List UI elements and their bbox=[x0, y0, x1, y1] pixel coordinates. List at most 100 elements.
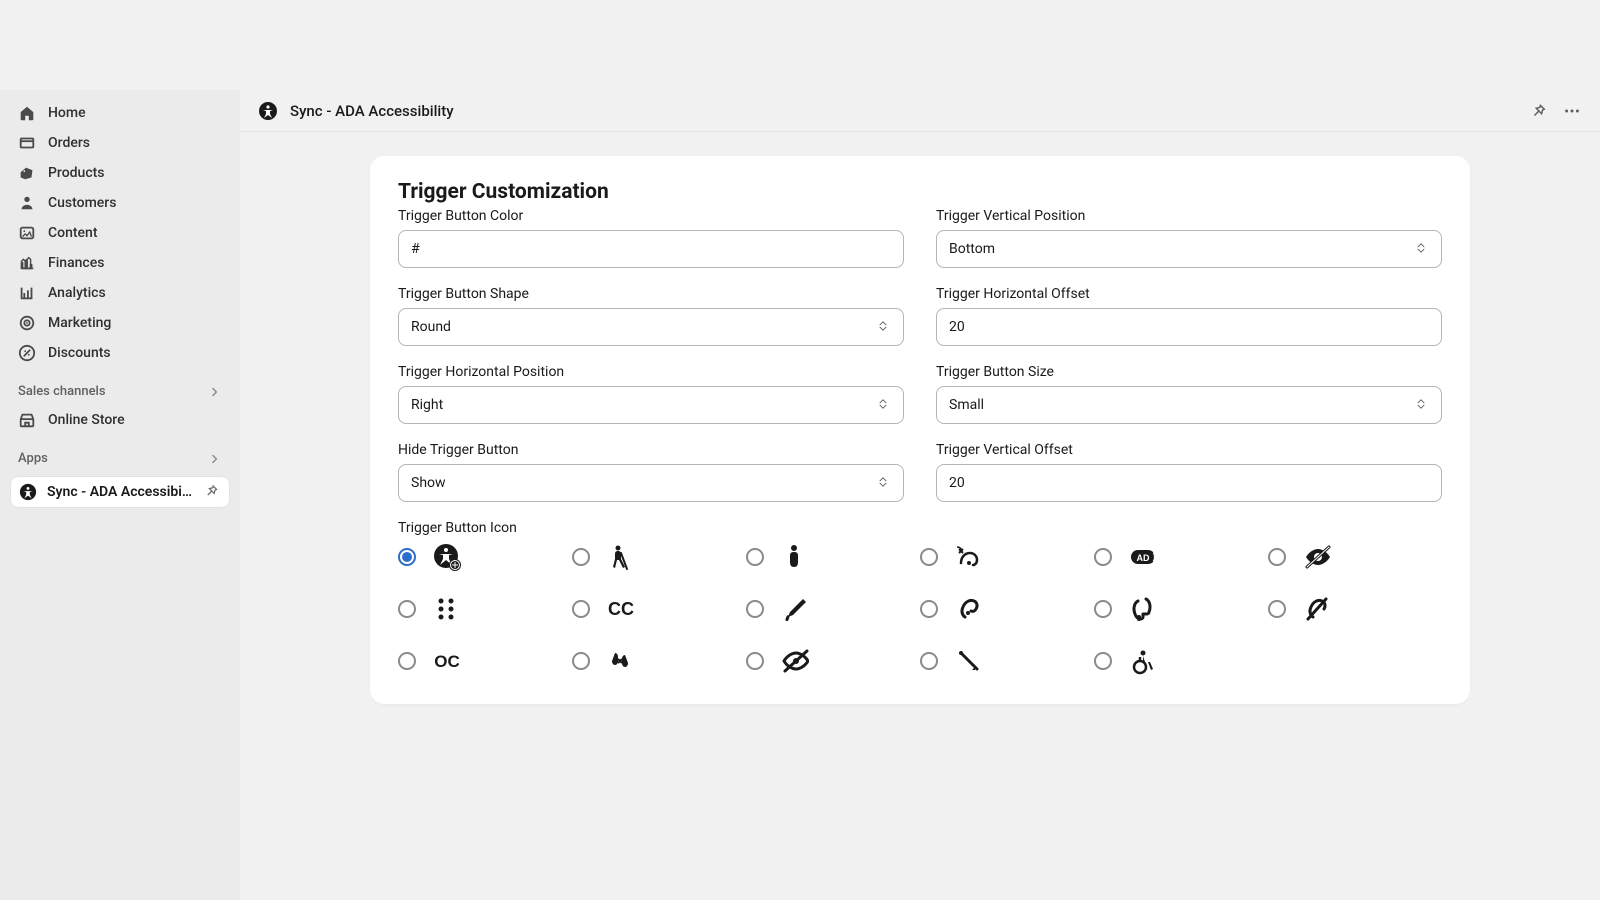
radio[interactable] bbox=[398, 548, 416, 566]
radio[interactable] bbox=[920, 600, 938, 618]
pin-icon[interactable] bbox=[203, 483, 221, 501]
field-trigger-button-size: Trigger Button Size Small bbox=[936, 364, 1442, 424]
radio[interactable] bbox=[572, 652, 590, 670]
sidebar-item-label: Orders bbox=[48, 135, 90, 151]
section-apps[interactable]: Apps bbox=[8, 435, 232, 472]
select-value: Bottom bbox=[949, 241, 995, 257]
radio[interactable] bbox=[1094, 652, 1112, 670]
sidebar-item-label: Marketing bbox=[48, 315, 111, 331]
accessibility-app-icon bbox=[258, 101, 278, 121]
pinned-app-label: Sync - ADA Accessibi... bbox=[47, 484, 193, 500]
sidebar: Home Orders Products Customers Content F… bbox=[0, 90, 240, 900]
person-icon bbox=[780, 542, 810, 572]
sidebar-item-home[interactable]: Home bbox=[8, 98, 232, 128]
radio[interactable] bbox=[398, 600, 416, 618]
section-label: Apps bbox=[18, 451, 48, 466]
select-arrows-icon bbox=[877, 476, 891, 490]
braille-icon bbox=[432, 594, 462, 624]
icon-option-wheelchair-icon[interactable] bbox=[1094, 646, 1268, 676]
icon-option-closed-captions-icon[interactable] bbox=[572, 594, 746, 624]
trigger-horizontal-position-select[interactable]: Right bbox=[398, 386, 904, 424]
wheelchair-icon bbox=[1128, 646, 1158, 676]
sidebar-item-label: Home bbox=[48, 105, 86, 121]
card-title: Trigger Customization bbox=[398, 180, 1442, 204]
radio[interactable] bbox=[746, 548, 764, 566]
trigger-vertical-position-select[interactable]: Bottom bbox=[936, 230, 1442, 268]
icon-option-audio-description-icon[interactable] bbox=[1094, 542, 1268, 572]
radio[interactable] bbox=[1094, 548, 1112, 566]
trigger-button-size-select[interactable]: Small bbox=[936, 386, 1442, 424]
sidebar-item-label: Customers bbox=[48, 195, 116, 211]
finances-icon bbox=[18, 254, 36, 272]
sidebar-item-label: Products bbox=[48, 165, 105, 181]
ear-icon bbox=[954, 594, 984, 624]
icon-option-headset-icon[interactable] bbox=[1094, 594, 1268, 624]
analytics-icon bbox=[18, 284, 36, 302]
pinned-app-sync-ada[interactable]: Sync - ADA Accessibi... bbox=[10, 476, 230, 508]
radio[interactable] bbox=[920, 652, 938, 670]
icon-option-person-icon[interactable] bbox=[746, 542, 920, 572]
icon-option-crutch-icon[interactable] bbox=[746, 594, 920, 624]
probing-cane-icon bbox=[954, 646, 984, 676]
select-arrows-icon bbox=[877, 398, 891, 412]
field-label: Trigger Button Size bbox=[936, 364, 1442, 380]
radio[interactable] bbox=[746, 600, 764, 618]
radio[interactable] bbox=[398, 652, 416, 670]
radio[interactable] bbox=[746, 652, 764, 670]
radio[interactable] bbox=[572, 548, 590, 566]
trigger-horizontal-offset-input[interactable]: 20 bbox=[936, 308, 1442, 346]
sidebar-item-discounts[interactable]: Discounts bbox=[8, 338, 232, 368]
icon-option-blind-cane-icon[interactable] bbox=[572, 542, 746, 572]
field-hide-trigger-button: Hide Trigger Button Show bbox=[398, 442, 904, 502]
icon-option-low-vision-icon[interactable] bbox=[746, 646, 920, 676]
closed-captions-icon bbox=[606, 594, 636, 624]
icon-option-ear-icon[interactable] bbox=[920, 594, 1094, 624]
sidebar-item-finances[interactable]: Finances bbox=[8, 248, 232, 278]
section-sales-channels[interactable]: Sales channels bbox=[8, 368, 232, 405]
headset-icon bbox=[1128, 594, 1158, 624]
chevron-right-icon bbox=[208, 452, 222, 466]
select-arrows-icon bbox=[1415, 242, 1429, 256]
select-value: Small bbox=[949, 397, 984, 413]
radio[interactable] bbox=[920, 548, 938, 566]
trigger-button-color-input[interactable]: # bbox=[398, 230, 904, 268]
icon-option-open-captions-icon[interactable] bbox=[398, 646, 572, 676]
main: Sync - ADA Accessibility Trigger Customi… bbox=[240, 90, 1600, 900]
icon-option-ear-slash-icon[interactable] bbox=[1268, 594, 1442, 624]
sidebar-item-online-store[interactable]: Online Store bbox=[8, 405, 232, 435]
sidebar-item-analytics[interactable]: Analytics bbox=[8, 278, 232, 308]
field-trigger-vertical-position: Trigger Vertical Position Bottom bbox=[936, 208, 1442, 268]
audio-description-icon bbox=[1128, 542, 1158, 572]
radio[interactable] bbox=[1094, 600, 1112, 618]
more-button[interactable] bbox=[1562, 101, 1582, 121]
icon-option-probing-cane-icon[interactable] bbox=[920, 646, 1094, 676]
radio[interactable] bbox=[572, 600, 590, 618]
sidebar-item-content[interactable]: Content bbox=[8, 218, 232, 248]
select-value: Show bbox=[411, 475, 446, 491]
field-trigger-horizontal-position: Trigger Horizontal Position Right bbox=[398, 364, 904, 424]
icon-option-braille-icon[interactable] bbox=[398, 594, 572, 624]
eye-slash-icon bbox=[1302, 542, 1332, 572]
sidebar-item-products[interactable]: Products bbox=[8, 158, 232, 188]
icon-option-eye-slash-icon[interactable] bbox=[1268, 542, 1442, 572]
sidebar-item-customers[interactable]: Customers bbox=[8, 188, 232, 218]
field-trigger-horizontal-offset: Trigger Horizontal Offset 20 bbox=[936, 286, 1442, 346]
sidebar-item-label: Online Store bbox=[48, 412, 125, 428]
trigger-vertical-offset-input[interactable]: 20 bbox=[936, 464, 1442, 502]
trigger-button-shape-select[interactable]: Round bbox=[398, 308, 904, 346]
icon-option-assistive-listening-icon[interactable] bbox=[920, 542, 1094, 572]
sidebar-item-marketing[interactable]: Marketing bbox=[8, 308, 232, 338]
radio[interactable] bbox=[1268, 548, 1286, 566]
sidebar-item-orders[interactable]: Orders bbox=[8, 128, 232, 158]
pin-button[interactable] bbox=[1528, 101, 1548, 121]
icon-option-accessibility-person-gear-icon[interactable] bbox=[398, 542, 572, 572]
chevron-right-icon bbox=[208, 385, 222, 399]
icon-option-sign-language-icon[interactable] bbox=[572, 646, 746, 676]
hide-trigger-button-select[interactable]: Show bbox=[398, 464, 904, 502]
open-captions-icon bbox=[432, 646, 462, 676]
sign-language-icon bbox=[606, 646, 636, 676]
field-label: Trigger Button Icon bbox=[398, 520, 1442, 536]
input-value: # bbox=[411, 241, 420, 257]
radio[interactable] bbox=[1268, 600, 1286, 618]
assistive-listening-icon bbox=[954, 542, 984, 572]
